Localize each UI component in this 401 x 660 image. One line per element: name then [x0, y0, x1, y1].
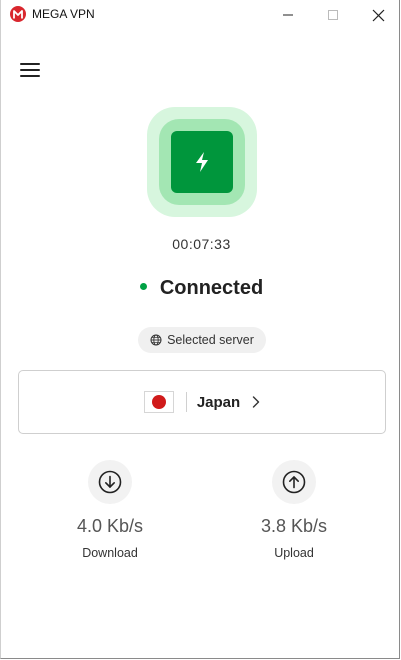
minimize-icon	[283, 14, 293, 16]
upload-speed: 3.8 Kb/s	[260, 516, 328, 536]
lightning-bolt-icon	[196, 152, 208, 172]
maximize-button[interactable]	[310, 0, 356, 30]
japan-flag-icon	[143, 391, 174, 413]
menu-button[interactable]	[20, 61, 40, 79]
server-location-name: Japan	[196, 393, 241, 411]
connect-button-halo	[147, 107, 257, 217]
download-arrow-icon	[88, 460, 132, 504]
upload-arrow-icon	[272, 460, 316, 504]
app-title: MEGA VPN	[32, 7, 95, 21]
connection-status: Connected	[1, 277, 401, 300]
maximize-icon	[328, 10, 338, 20]
connection-timer: 00:07:33	[172, 236, 231, 252]
close-icon	[372, 9, 384, 21]
selected-server-chip: Selected server	[138, 327, 266, 353]
status-dot-icon	[139, 283, 147, 291]
globe-icon	[150, 334, 162, 346]
download-stat: 4.0 Kb/s Download	[45, 460, 175, 560]
download-label: Download	[82, 546, 138, 560]
chevron-right-icon	[252, 396, 260, 408]
divider	[185, 392, 187, 412]
hamburger-menu-icon	[20, 63, 40, 77]
minimize-button[interactable]	[265, 0, 311, 30]
upload-stat: 3.8 Kb/s Upload	[229, 460, 359, 560]
close-button[interactable]	[355, 0, 401, 30]
mega-logo-icon	[10, 6, 26, 22]
download-speed: 4.0 Kb/s	[76, 516, 144, 536]
status-text: Connected	[159, 277, 264, 299]
selected-server-label: Selected server	[167, 333, 254, 347]
server-location-selector[interactable]: Japan	[18, 370, 386, 434]
connect-toggle-button[interactable]	[171, 131, 233, 193]
vpn-window: MEGA VPN 00:07:33 Connected Selected ser…	[0, 0, 400, 659]
title-bar: MEGA VPN	[1, 0, 399, 30]
upload-label: Upload	[274, 546, 314, 560]
